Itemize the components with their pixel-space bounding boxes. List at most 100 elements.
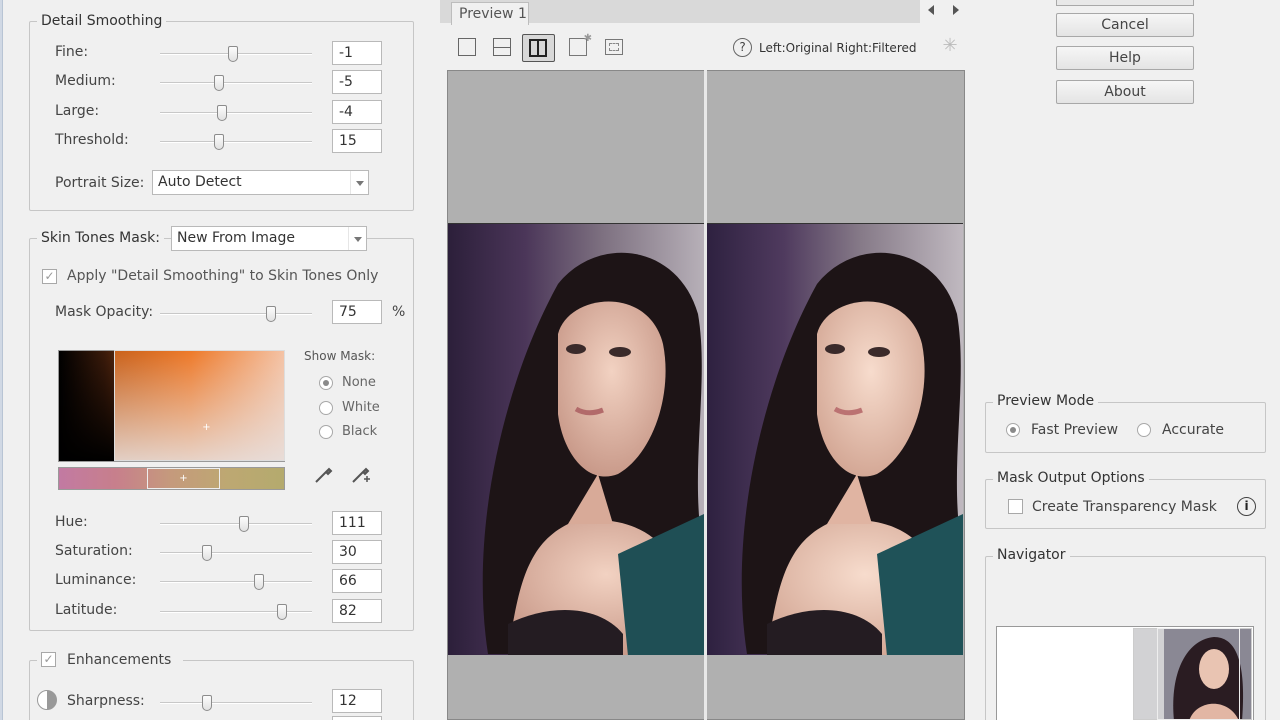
medium-slider[interactable]	[160, 73, 312, 93]
threshold-value[interactable]: 15	[332, 129, 382, 153]
luminance-label: Luminance:	[55, 572, 137, 588]
enhancements-title-wrap: ✓ Enhancements	[37, 651, 183, 669]
split-vertical-icon[interactable]	[522, 34, 555, 62]
apply-skin-tones-label: Apply "Detail Smoothing" to Skin Tones O…	[67, 268, 379, 284]
portrait-size-value: Auto Detect	[158, 174, 242, 190]
slider-thumb[interactable]	[217, 105, 228, 121]
hue-label: Hue:	[55, 514, 88, 530]
new-preview-icon[interactable]: ✱	[569, 33, 592, 56]
latitude-slider[interactable]	[160, 602, 312, 622]
help-circle-icon[interactable]: ?	[733, 38, 752, 57]
latitude-value[interactable]: 82	[332, 599, 382, 623]
sharpness-label: Sharpness:	[67, 693, 145, 709]
about-button[interactable]: About	[1056, 80, 1194, 104]
show-mask-black-label: Black	[342, 424, 378, 439]
fast-preview-radio[interactable]	[1006, 423, 1020, 437]
hue-range-selector[interactable]: +	[147, 468, 220, 489]
help-button[interactable]: Help	[1056, 46, 1194, 70]
large-value[interactable]: -4	[332, 100, 382, 124]
preview-mode-title: Preview Mode	[993, 393, 1099, 409]
show-mask-none-radio[interactable]	[319, 376, 333, 390]
portrait-size-select[interactable]: Auto Detect	[152, 170, 369, 195]
single-view-icon[interactable]	[458, 38, 476, 56]
latitude-label: Latitude:	[55, 602, 118, 618]
fine-slider[interactable]	[160, 44, 312, 64]
mask-opacity-value[interactable]: 75	[332, 300, 382, 324]
accurate-radio[interactable]	[1137, 423, 1151, 437]
chevron-down-icon[interactable]	[350, 171, 368, 194]
color-selection-box[interactable]	[114, 350, 285, 461]
crosshair-icon: +	[202, 422, 211, 433]
slider-track	[160, 313, 312, 315]
slider-thumb[interactable]	[202, 545, 213, 561]
skin-tones-mask-value: New From Image	[177, 230, 295, 246]
mask-output-title: Mask Output Options	[993, 470, 1149, 486]
slider-thumb[interactable]	[253, 574, 264, 590]
apply-skin-tones-checkbox[interactable]: ✓	[42, 269, 57, 284]
percent-unit: %	[392, 304, 406, 320]
slider-track	[160, 611, 312, 613]
luminance-value[interactable]: 66	[332, 569, 382, 593]
slider-track	[160, 141, 312, 143]
portrait-size-label: Portrait Size:	[55, 175, 145, 191]
slider-thumb[interactable]	[214, 75, 225, 91]
filtered-photo	[707, 223, 963, 655]
threshold-slider[interactable]	[160, 132, 312, 152]
navigator-viewport[interactable]	[1157, 628, 1240, 720]
transparency-mask-label: Create Transparency Mask	[1032, 499, 1217, 515]
enhancements-checkbox[interactable]: ✓	[41, 652, 56, 667]
tab-preview-1[interactable]: Preview 1	[451, 2, 529, 25]
slider-track	[160, 112, 312, 114]
cancel-button[interactable]: Cancel	[1056, 13, 1194, 37]
transparency-mask-checkbox[interactable]	[1008, 499, 1023, 514]
slider-thumb[interactable]	[265, 306, 276, 322]
navigator-title: Navigator	[993, 547, 1070, 563]
sharpness-slider[interactable]	[160, 693, 312, 713]
chevron-down-icon[interactable]	[348, 227, 366, 250]
skin-tones-title: Skin Tones Mask:	[37, 230, 164, 246]
window-edge	[0, 0, 3, 720]
compare-label: Left:Original Right:Filtered	[759, 41, 917, 55]
slider-thumb[interactable]	[202, 695, 213, 711]
slider-track	[160, 702, 312, 704]
eyedropper-add-icon[interactable]	[349, 462, 373, 486]
ok-button-partial[interactable]	[1056, 0, 1194, 6]
compare-preview-icon[interactable]	[605, 39, 623, 55]
saturation-label: Saturation:	[55, 543, 133, 559]
saturation-value[interactable]: 30	[332, 540, 382, 564]
threshold-label: Threshold:	[55, 132, 129, 148]
split-horizontal-icon[interactable]	[493, 38, 511, 56]
info-icon[interactable]: i	[1237, 497, 1256, 516]
eyedropper-icon[interactable]	[312, 462, 336, 486]
slider-track	[160, 552, 312, 554]
slider-thumb[interactable]	[214, 134, 225, 150]
tab-next-arrow[interactable]	[953, 5, 959, 15]
slider-thumb[interactable]	[227, 46, 238, 62]
slider-track	[160, 82, 312, 84]
accurate-label: Accurate	[1162, 422, 1225, 438]
luminance-slider[interactable]	[160, 572, 312, 592]
enhancements-title: Enhancements	[67, 652, 172, 668]
slider-thumb[interactable]	[238, 516, 249, 532]
original-photo	[448, 223, 704, 655]
skin-tones-mask-select[interactable]: New From Image	[171, 226, 367, 251]
mask-opacity-slider[interactable]	[160, 304, 312, 324]
sharpness-value[interactable]: 12	[332, 689, 382, 713]
large-label: Large:	[55, 103, 100, 119]
sharpness-icon	[37, 690, 57, 710]
fine-value[interactable]: -1	[332, 41, 382, 65]
show-mask-black-radio[interactable]	[319, 425, 333, 439]
saturation-slider[interactable]	[160, 543, 312, 563]
slider-thumb[interactable]	[276, 604, 287, 620]
large-slider[interactable]	[160, 103, 312, 123]
show-mask-white-radio[interactable]	[319, 401, 333, 415]
tab-prev-arrow[interactable]	[928, 5, 934, 15]
hue-slider[interactable]	[160, 514, 312, 534]
hue-value[interactable]: 111	[332, 511, 382, 535]
loading-spinner-icon: ✳	[942, 35, 958, 56]
fine-label: Fine:	[55, 44, 89, 60]
show-mask-none-label: None	[342, 375, 376, 390]
mask-opacity-label: Mask Opacity:	[55, 304, 154, 320]
next-value-box[interactable]	[332, 716, 382, 720]
medium-value[interactable]: -5	[332, 70, 382, 94]
